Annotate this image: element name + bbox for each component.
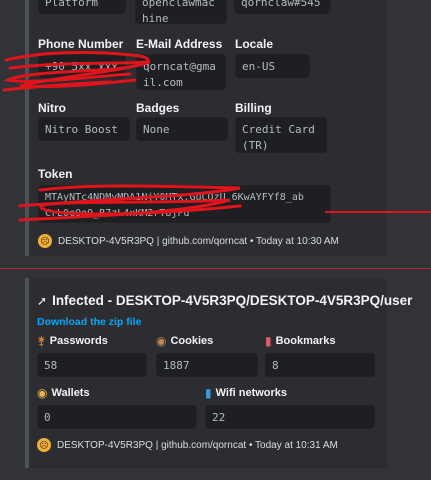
footer-text: DESKTOP-4V5R3PQ | github.com/qorncat • T…	[57, 439, 338, 451]
face-icon: ☹	[38, 234, 52, 248]
embed2-footer: ☹ DESKTOP-4V5R3PQ | github.com/qorncat •…	[37, 438, 338, 452]
face-icon: ☹	[37, 438, 51, 452]
syringe-icon: ➚	[37, 293, 48, 308]
key-icon: ⚵	[37, 334, 46, 348]
embed1-footer: ☹ DESKTOP-4V5R3PQ | github.com/qorncat •…	[38, 234, 339, 248]
wallets-value: 0	[37, 405, 197, 429]
email-label: E-Mail Address	[136, 37, 223, 51]
passwords-label: ⚵ Passwords	[37, 334, 108, 348]
signal-icon: ▮	[205, 386, 212, 400]
info-embed: Platform openclawmachine 90481 qornclaw#…	[25, 0, 387, 256]
message-divider	[0, 268, 431, 269]
nitro-label: Nitro	[38, 101, 66, 115]
billing-value: Credit Card (TR)	[235, 117, 327, 153]
badges-value: None	[136, 117, 228, 141]
nitro-value: Nitro Boost	[38, 117, 130, 141]
wifi-label: ▮ Wifi networks	[205, 386, 288, 400]
email-value: qorncat@gmail.com	[136, 54, 226, 90]
top-field-3: qornclaw#5454	[234, 0, 331, 14]
cookies-value: 1887	[156, 353, 258, 377]
phone-value: +90 5xx xxx xx xx	[38, 54, 126, 78]
download-zip-link[interactable]: Download the zip file	[37, 316, 141, 328]
cookie-icon: ◉	[156, 334, 167, 348]
bookmark-icon: ▮	[265, 334, 272, 348]
locale-value: en-US	[235, 54, 310, 78]
wallets-label: ◉ Wallets	[37, 386, 90, 400]
top-field-2: openclawmachine 90481	[135, 0, 227, 24]
embed-title: ➚ Infected - DESKTOP-4V5R3PQ/DESKTOP-4V5…	[37, 293, 413, 308]
phone-label: Phone Number	[38, 37, 124, 51]
badges-label: Badges	[136, 101, 180, 115]
redaction-line	[325, 211, 431, 213]
money-bag-icon: ◉	[37, 386, 48, 400]
infected-embed: ➚ Infected - DESKTOP-4V5R3PQ/DESKTOP-4V5…	[25, 278, 412, 468]
bookmarks-label: ▮ Bookmarks	[265, 334, 336, 348]
billing-label: Billing	[235, 101, 272, 115]
bookmarks-value: 8	[265, 353, 375, 377]
wifi-value: 22	[205, 405, 375, 429]
top-field-1: Platform	[38, 0, 126, 14]
token-label: Token	[38, 167, 73, 181]
locale-label: Locale	[235, 37, 274, 51]
passwords-value: 58	[37, 353, 147, 377]
cookies-label: ◉ Cookies	[156, 334, 214, 348]
token-value: MTAyNTc4NDMyMDA1NjY0MTx.GuCQzU.6KwAYFYf8…	[38, 185, 331, 223]
footer-text: DESKTOP-4V5R3PQ | github.com/qorncat • T…	[58, 235, 339, 247]
